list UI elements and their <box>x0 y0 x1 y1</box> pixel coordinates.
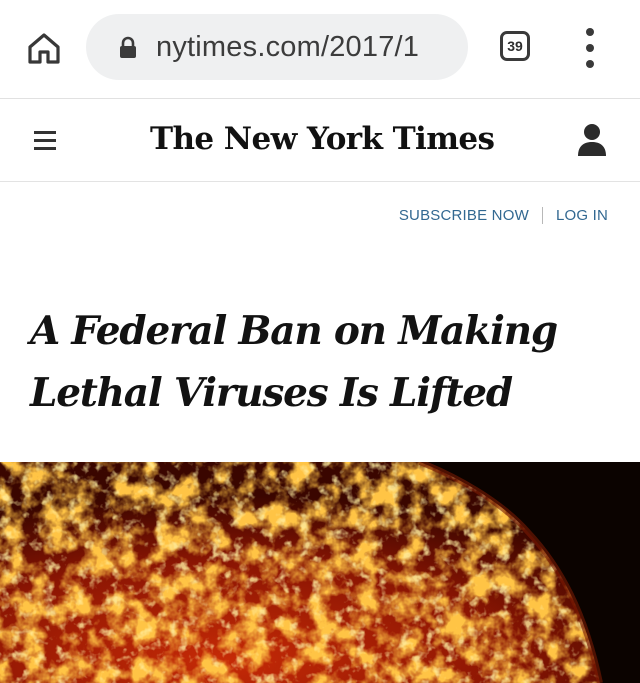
subscribe-link[interactable]: SUBSCRIBE NOW <box>399 207 529 224</box>
menu-dot <box>586 44 594 52</box>
address-bar[interactable]: nytimes.com/2017/1 <box>86 14 468 80</box>
page: nytimes.com/2017/1 39 The New York Times… <box>0 0 640 683</box>
login-link[interactable]: LOG IN <box>556 207 608 224</box>
url-text: nytimes.com/2017/1 <box>156 31 420 63</box>
site-logo[interactable]: The New York Times <box>150 113 495 165</box>
hamburger-icon[interactable] <box>34 129 60 153</box>
tab-count: 39 <box>507 38 523 54</box>
lead-image[interactable] <box>0 462 640 683</box>
more-vert-icon[interactable] <box>578 28 602 68</box>
account-links: SUBSCRIBE NOW LOG IN <box>399 204 608 226</box>
home-icon <box>28 33 60 64</box>
menu-dot <box>586 28 594 36</box>
home-button[interactable] <box>22 26 66 70</box>
hamburger-line <box>34 131 56 134</box>
site-header: The New York Times <box>0 98 640 182</box>
browser-toolbar: nytimes.com/2017/1 39 <box>0 0 640 98</box>
virus-micrograph <box>0 462 640 683</box>
tab-switcher-button[interactable]: 39 <box>500 31 530 61</box>
lock-icon <box>120 36 136 58</box>
hamburger-line <box>34 147 56 150</box>
user-icon[interactable] <box>576 123 608 157</box>
hamburger-line <box>34 139 56 142</box>
article-headline: A Federal Ban on Making Lethal Viruses I… <box>30 308 558 416</box>
divider <box>541 206 543 224</box>
menu-dot <box>586 60 594 68</box>
